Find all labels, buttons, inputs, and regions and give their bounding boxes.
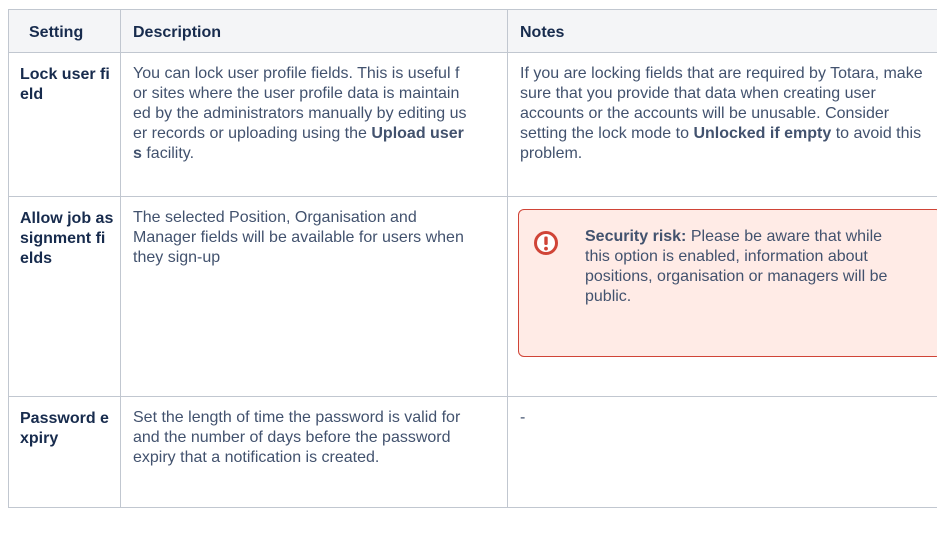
header-setting: Setting <box>8 9 121 53</box>
exclamation-circle-icon <box>533 230 559 256</box>
setting-name: Lock user field <box>8 52 121 197</box>
table-row: Password expiry Set the length of time t… <box>8 396 937 508</box>
callout-message: Security risk: Please be aware that whil… <box>585 227 905 307</box>
setting-description: Set the length of time the password is v… <box>120 396 508 508</box>
setting-description: The selected Position, Organisation and … <box>120 196 508 397</box>
setting-description: You can lock user profile fields. This i… <box>120 52 508 197</box>
setting-notes: - <box>507 396 937 508</box>
security-warning-callout: Security risk: Please be aware that whil… <box>518 209 937 357</box>
settings-table: Setting Description Notes Lock user fiel… <box>8 9 937 508</box>
callout-title: Security risk: <box>585 228 687 245</box>
description-text-part: facility. <box>141 145 195 162</box>
table-row: Lock user field You can lock user profil… <box>8 52 937 197</box>
page: Setting Description Notes Lock user fiel… <box>0 0 937 537</box>
notes-text: - <box>520 409 526 426</box>
description-text: Set the length of time the password is v… <box>133 409 461 466</box>
table-header-row: Setting Description Notes <box>8 9 937 53</box>
notes-text: If you are locking fields that are requi… <box>520 64 930 164</box>
table-row: Allow job assignment fields The selected… <box>8 196 937 397</box>
header-notes: Notes <box>507 9 937 53</box>
setting-name: Allow job assignment fields <box>8 196 121 397</box>
notes-bold-text: Unlocked if empty <box>693 125 832 142</box>
description-text: The selected Position, Organisation and … <box>133 209 464 266</box>
setting-name: Password expiry <box>8 396 121 508</box>
setting-notes: Security risk: Please be aware that whil… <box>507 196 937 397</box>
description-text: You can lock user profile fields. This i… <box>133 64 468 164</box>
setting-notes: If you are locking fields that are requi… <box>507 52 937 197</box>
header-description: Description <box>120 9 508 53</box>
